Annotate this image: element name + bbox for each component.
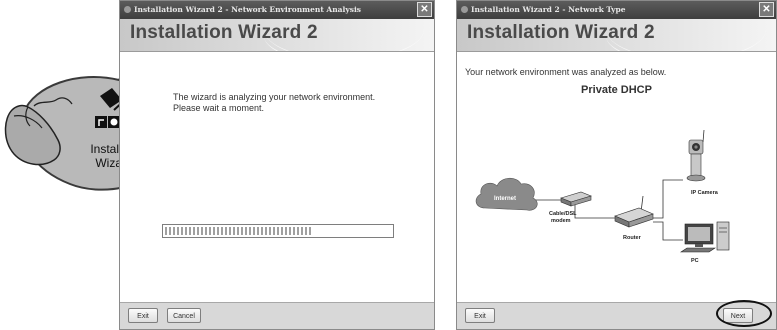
analysis-message: The wizard is analyzing your network env…: [173, 92, 413, 114]
network-type-content: Your network environment was analyzed as…: [457, 52, 776, 303]
modem-icon: [560, 191, 592, 207]
close-icon: ✕: [420, 4, 429, 15]
analysis-content: The wizard is analyzing your network env…: [120, 52, 434, 303]
network-type-window-titlebar: Installation Wizard 2 - Network Type ✕: [457, 1, 776, 19]
close-button[interactable]: ✕: [759, 2, 774, 17]
router-label: Router: [623, 235, 642, 241]
wizard-header: Installation Wizard 2: [457, 19, 776, 52]
exit-button[interactable]: Exit: [465, 308, 495, 323]
analysis-progress-bar: [162, 224, 394, 238]
cancel-button[interactable]: Cancel: [167, 308, 201, 323]
next-button-highlight: [716, 300, 772, 327]
modem-label-line2: modem: [551, 218, 571, 224]
pc-icon: [680, 221, 730, 253]
network-type-window-title: Installation Wizard 2 - Network Type: [471, 5, 626, 14]
wizard-header: Installation Wizard 2: [120, 19, 434, 52]
exit-button[interactable]: Exit: [128, 308, 158, 323]
network-connections: [535, 179, 683, 241]
analysis-window-titlebar: Installation Wizard 2 - Network Environm…: [120, 1, 434, 19]
analysis-window-title: Installation Wizard 2 - Network Environm…: [134, 5, 362, 14]
app-icon: [461, 6, 468, 13]
router-icon: [614, 195, 654, 228]
ip-camera-icon: [686, 129, 706, 182]
analysis-message-line2: Please wait a moment.: [173, 103, 265, 113]
progress-fill: [165, 227, 312, 235]
analysis-window: Installation Wizard 2 - Network Environm…: [119, 0, 435, 330]
modem-label-line1: Cable/DSL: [549, 211, 577, 217]
internet-cloud-icon: Internet: [475, 177, 538, 211]
pc-label: PC: [691, 258, 699, 264]
network-diagram: Internet Cable/DSL modem Router IP Camer…: [475, 129, 730, 264]
network-type-window: Installation Wizard 2 - Network Type ✕ I…: [456, 0, 777, 330]
internet-label: Internet: [494, 196, 516, 202]
close-icon: ✕: [762, 4, 771, 15]
wizard-footer: Exit Cancel: [120, 302, 434, 329]
wizard-header-title: Installation Wizard 2: [130, 22, 318, 43]
app-icon: [124, 6, 131, 13]
ip-camera-label: IP Camera: [691, 190, 719, 196]
analysis-message-line1: The wizard is analyzing your network env…: [173, 92, 376, 102]
wizard-header-title: Installation Wizard 2: [467, 22, 655, 43]
close-button[interactable]: ✕: [417, 2, 432, 17]
